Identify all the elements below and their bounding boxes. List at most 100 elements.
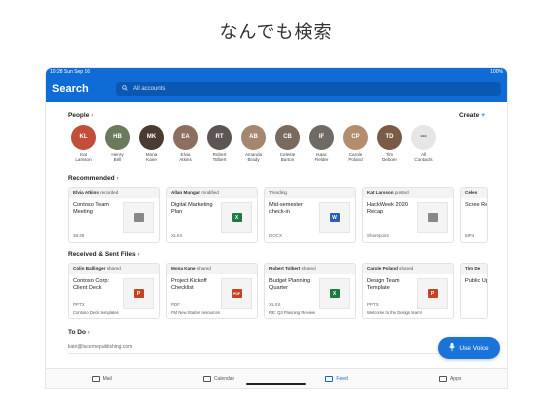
card-header: Trending	[265, 188, 355, 198]
file-type-icon: P	[133, 289, 144, 298]
card-file-type: Sharepoint	[367, 233, 389, 238]
tab-feed[interactable]: Feed	[325, 375, 348, 382]
card-header: Tim De	[461, 264, 487, 274]
file-thumbnail	[417, 202, 448, 233]
avatar: HB	[105, 125, 130, 150]
file-type-icon: X	[231, 213, 242, 222]
todo-input[interactable]: katri@lucernepublishing.com	[68, 342, 485, 354]
tab-calendar[interactable]: Calendar	[202, 375, 235, 382]
person-item[interactable]: MK Mona Kane	[136, 125, 167, 171]
person-last-name: Burton	[280, 157, 295, 163]
todo-header[interactable]: To Do ›	[68, 329, 485, 336]
card-header: Elvia Atkins recorded	[69, 188, 159, 198]
top-bar: 10:28 Sun Sep 16 100% Search All account…	[46, 68, 507, 102]
person-item[interactable]: CB Celeste Burton	[272, 125, 303, 171]
search-icon	[122, 85, 128, 93]
tab-apps[interactable]: Apps	[438, 375, 461, 382]
person-last-name: Poland	[348, 157, 363, 163]
file-type-icon: PDF	[231, 289, 242, 298]
card-file-type: XLXS	[269, 302, 281, 307]
promo-headline: なんでも検索	[219, 22, 333, 43]
feed-icon	[325, 375, 334, 382]
tab-bar: Mail Calendar Feed Apps	[46, 368, 507, 388]
create-button[interactable]: Create +	[459, 112, 485, 119]
file-card[interactable]: Allan Mungar modified Digital Marketing P…	[166, 187, 258, 243]
recommended-cards: Elvia Atkins recorded Contoso Team Meetin…	[68, 187, 488, 243]
file-card[interactable]: Colin Ballinger shared Contoso Corp: Clie…	[68, 263, 160, 319]
person-item[interactable]: KL Kat Larsson	[68, 125, 99, 171]
apps-icon	[438, 375, 447, 382]
person-item[interactable]: RT Robert Tolbert	[204, 125, 235, 171]
person-item[interactable]: HB Henry Brill	[102, 125, 133, 171]
file-card[interactable]: Trending Mid-semester check-in W DOCX	[264, 187, 356, 243]
card-source: Welcome to the Design team!	[367, 310, 422, 315]
card-header: Allan Mungar modified	[167, 188, 257, 198]
card-header: Mona Kane shared	[167, 264, 257, 274]
avatar: RT	[207, 125, 232, 150]
person-last-name: Brill	[113, 157, 122, 163]
person-last-name: Fielder	[314, 157, 329, 163]
file-card[interactable]: Carole Poland shared Design Team Template…	[362, 263, 454, 319]
person-item[interactable]: CP Carole Poland	[340, 125, 371, 171]
person-item[interactable]: IF Isaac Fielder	[306, 125, 337, 171]
file-type-icon: W	[329, 213, 340, 222]
person-last-name: Tolbert	[212, 157, 227, 163]
calendar-icon	[202, 375, 211, 382]
file-card[interactable]: Tim De Public Updat	[460, 263, 488, 319]
tab-label: Feed	[336, 375, 348, 382]
person-last-name: Contacts	[414, 157, 433, 163]
person-last-name: Deboer	[381, 157, 398, 163]
avatar: CB	[275, 125, 300, 150]
card-file-type: 38:49	[73, 233, 85, 238]
use-voice-button[interactable]: Use Voice	[438, 337, 500, 359]
avatar: TD	[377, 125, 402, 150]
card-file-type: PPTX	[73, 302, 85, 307]
mail-icon	[91, 375, 100, 382]
person-item[interactable]: EA Elvia Atkins	[170, 125, 201, 171]
file-card[interactable]: Mona Kane shared Project Kickoff Checklis…	[166, 263, 258, 319]
search-input[interactable]: All accounts	[116, 82, 501, 96]
person-item[interactable]: TD Tim Deboer	[374, 125, 405, 171]
file-card[interactable]: Kat Larsson posted HackWeek 2020 Recap Sha…	[362, 187, 454, 243]
tab-mail[interactable]: Mail	[91, 375, 112, 382]
recommended-header[interactable]: Recommended ›	[68, 175, 485, 182]
file-thumbnail: P	[417, 278, 448, 309]
status-bar: 10:28 Sun Sep 16 100%	[46, 68, 507, 76]
file-type-icon: P	[427, 289, 438, 298]
person-last-name: Atkins	[179, 157, 192, 163]
file-thumbnail	[123, 202, 154, 233]
video-icon	[133, 213, 144, 222]
avatar: EA	[173, 125, 198, 150]
home-indicator	[246, 383, 306, 385]
people-section-header: People › Create +	[68, 112, 485, 119]
person-last-name: Brady	[247, 157, 260, 163]
tab-label: Mail	[102, 375, 112, 382]
card-file-type: MP4	[465, 233, 475, 238]
card-file-type: PPTX	[367, 302, 379, 307]
people-row: KL Kat Larsson HB Henry Brill MK Mona Kane EA Elvi…	[68, 125, 485, 171]
card-header: Robert Tolbert shared	[265, 264, 355, 274]
avatar: KL	[71, 125, 96, 150]
person-item[interactable]: AB Amanda Brady	[238, 125, 269, 171]
people-heading[interactable]: People ›	[68, 112, 93, 119]
tab-label: Calendar	[213, 375, 235, 382]
card-header: Carole Poland shared	[363, 264, 453, 274]
card-file-type: XLSX	[171, 233, 183, 238]
file-card[interactable]: Celes Scree Recor MP4	[460, 187, 488, 243]
avatar: CP	[343, 125, 368, 150]
card-file-type: PDF	[171, 302, 180, 307]
card-source: Contoso Deck templates	[73, 310, 119, 315]
person-last-name: Kane	[146, 157, 157, 163]
file-card[interactable]: Elvia Atkins recorded Contoso Team Meetin…	[68, 187, 160, 243]
status-time: 10:28 Sun Sep 16	[50, 69, 91, 75]
plus-icon: +	[481, 112, 485, 119]
card-title: Scree Recor	[465, 202, 488, 208]
microphone-icon	[449, 343, 456, 353]
files-header[interactable]: Received & Sent Files ›	[68, 251, 485, 258]
card-file-type: DOCX	[269, 233, 283, 238]
person-item[interactable]: ••• All Contacts	[408, 125, 439, 171]
file-card[interactable]: Robert Tolbert shared Budget Planning Qua…	[264, 263, 356, 319]
card-header: Celes	[461, 188, 487, 198]
files-cards: Colin Ballinger shared Contoso Corp: Clie…	[68, 263, 488, 319]
file-thumbnail: X	[221, 202, 252, 233]
